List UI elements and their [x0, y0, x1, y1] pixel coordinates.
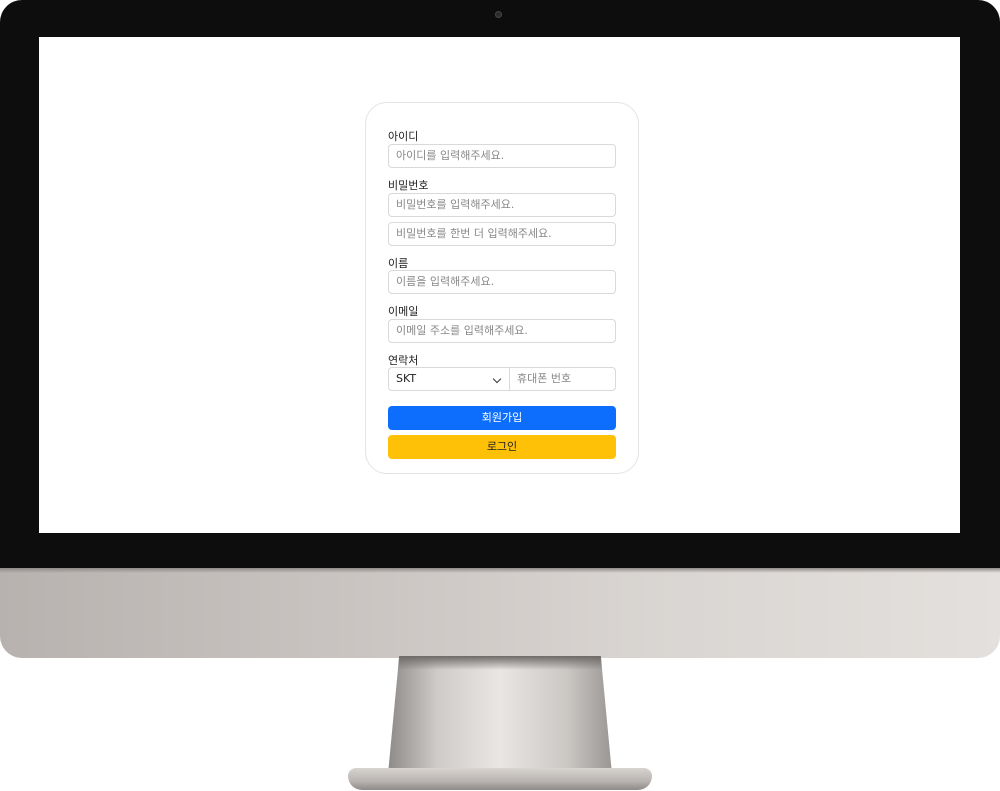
email-input[interactable]: 이메일 주소를 입력해주세요. [388, 319, 616, 343]
name-input[interactable]: 이름을 입력해주세요. [388, 270, 616, 294]
id-input[interactable]: 아이디를 입력해주세요. [388, 144, 616, 168]
monitor-stand-foot [348, 768, 652, 790]
signup-button[interactable]: 회원가입 [388, 406, 616, 430]
carrier-select[interactable]: SKT [388, 367, 510, 391]
chevron-down-icon [492, 374, 502, 384]
carrier-selected-value: SKT [396, 372, 417, 385]
contact-label: 연락처 [388, 354, 419, 367]
name-label: 이름 [388, 257, 409, 270]
id-label: 아이디 [388, 130, 419, 143]
password-label: 비밀번호 [388, 179, 429, 192]
monitor-stand-neck [388, 656, 612, 774]
password-confirm-input[interactable]: 비밀번호를 한번 더 입력해주세요. [388, 222, 616, 246]
signup-form-card: 아이디 아이디를 입력해주세요. 비밀번호 비밀번호를 입력해주세요. 비밀번호… [365, 102, 639, 474]
phone-input[interactable]: 휴대폰 번호 [509, 367, 616, 391]
login-button[interactable]: 로그인 [388, 435, 616, 459]
password-input[interactable]: 비밀번호를 입력해주세요. [388, 193, 616, 217]
email-label: 이메일 [388, 305, 419, 318]
monitor-chin [0, 568, 1000, 658]
camera-icon [495, 11, 502, 18]
